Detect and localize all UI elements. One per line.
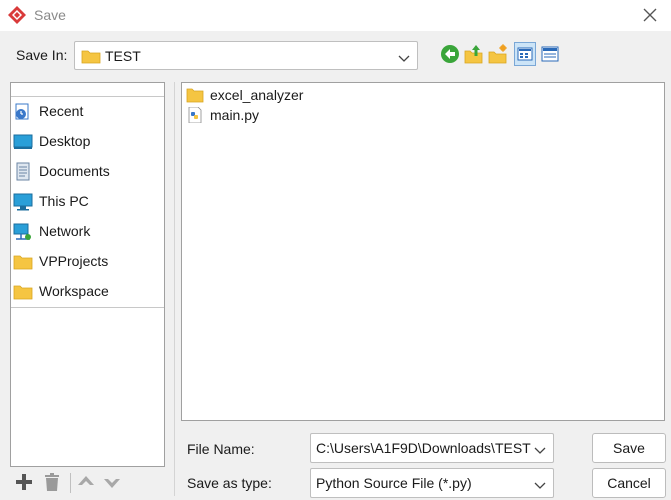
documents-icon (13, 162, 33, 182)
chevron-down-icon (398, 51, 410, 62)
title-bar: Save (0, 0, 671, 31)
file-name-value: C:\Users\A1F9D\Downloads\TEST (316, 440, 531, 456)
save-as-type-label: Save as type: (187, 475, 272, 491)
new-folder-icon[interactable] (488, 43, 508, 65)
move-up-icon[interactable] (76, 472, 96, 492)
trash-icon[interactable] (42, 472, 62, 492)
folder-icon (13, 252, 33, 272)
folder-icon (81, 48, 101, 64)
network-icon (13, 222, 33, 242)
divider (70, 473, 71, 493)
folder-icon (186, 87, 204, 103)
recent-icon (13, 102, 33, 122)
window-title: Save (34, 7, 66, 23)
desktop-icon (13, 132, 33, 152)
back-icon[interactable] (440, 43, 460, 65)
save-button[interactable]: Save (592, 433, 666, 463)
file-name: excel_analyzer (210, 87, 304, 103)
place-item-this-pc[interactable]: This PC (13, 190, 163, 214)
chevron-down-icon (534, 443, 546, 454)
place-label: Documents (39, 163, 110, 179)
close-icon[interactable] (641, 6, 659, 24)
place-label: Workspace (39, 283, 109, 299)
save-in-dropdown[interactable]: TEST (74, 41, 418, 70)
cancel-button[interactable]: Cancel (592, 468, 666, 498)
place-item-recent[interactable]: Recent (13, 100, 163, 124)
split-divider[interactable] (174, 82, 175, 496)
divider (11, 307, 164, 308)
move-down-icon[interactable] (102, 472, 122, 492)
file-item-main-py[interactable]: main.py (184, 105, 484, 125)
save-in-value: TEST (105, 48, 141, 64)
file-name-input[interactable]: C:\Users\A1F9D\Downloads\TEST (310, 433, 554, 463)
places-toolbar (14, 472, 134, 494)
file-name-label: File Name: (187, 441, 255, 457)
place-label: Network (39, 223, 91, 239)
place-item-desktop[interactable]: Desktop (13, 130, 163, 154)
place-item-workspace[interactable]: Workspace (13, 280, 163, 304)
python-file-icon (186, 106, 204, 124)
list-view-icon[interactable] (514, 42, 536, 66)
divider (11, 96, 164, 97)
add-icon[interactable] (14, 472, 34, 492)
app-logo-icon (7, 5, 27, 25)
file-list[interactable]: excel_analyzer main.py (181, 82, 665, 421)
place-label: Desktop (39, 133, 91, 149)
place-label: VPProjects (39, 253, 109, 269)
file-name: main.py (210, 107, 260, 123)
details-view-icon[interactable] (540, 43, 560, 65)
computer-icon (13, 192, 33, 212)
folder-icon (13, 282, 33, 302)
save-as-type-value: Python Source File (*.py) (316, 475, 472, 491)
file-item-excel-analyzer[interactable]: excel_analyzer (184, 85, 484, 105)
place-label: Recent (39, 103, 84, 119)
up-folder-icon[interactable] (464, 43, 484, 65)
save-in-label: Save In: (16, 47, 68, 63)
save-as-type-dropdown[interactable]: Python Source File (*.py) (310, 468, 554, 498)
place-item-documents[interactable]: Documents (13, 160, 163, 184)
chevron-down-icon (534, 478, 546, 489)
place-item-network[interactable]: Network (13, 220, 163, 244)
place-label: This PC (39, 193, 89, 209)
places-panel: Recent Desktop Documents This PC Network… (10, 82, 165, 467)
place-item-vpprojects[interactable]: VPProjects (13, 250, 163, 274)
